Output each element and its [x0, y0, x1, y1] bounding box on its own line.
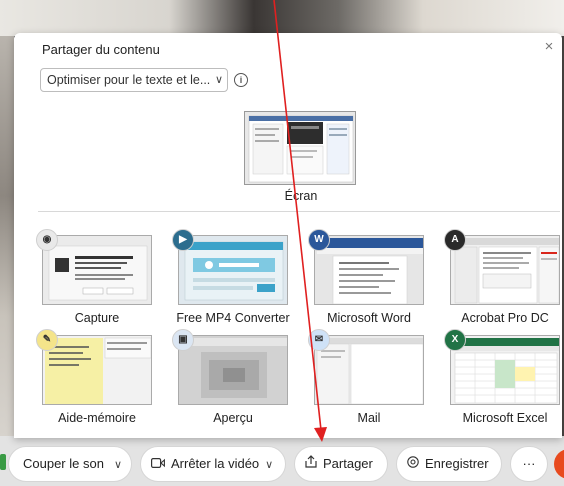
app-label: Aide-mémoire	[58, 411, 136, 425]
stickies-icon: ✎	[36, 329, 58, 351]
share-content-dialog: Partager du contenu × Optimiser pour le …	[14, 33, 562, 438]
stickies-preview-image	[43, 336, 151, 404]
excel-icon: X	[444, 329, 466, 351]
app-label: Free MP4 Converter	[176, 311, 290, 325]
optimize-dropdown[interactable]: Optimiser pour le texte et le... ∨	[40, 68, 228, 92]
stop-video-label: Arrêter la vidéo	[171, 456, 260, 471]
mail-icon: ✉	[308, 329, 330, 351]
app-label: Acrobat Pro DC	[461, 311, 549, 325]
info-icon[interactable]: i	[234, 73, 248, 87]
chevron-down-icon[interactable]: ∨	[265, 448, 273, 482]
mute-button[interactable]: Couper le son ∨	[8, 446, 132, 482]
background-top	[0, 0, 564, 36]
screen-thumbnail[interactable]	[244, 111, 356, 185]
divider	[38, 211, 560, 212]
excel-preview-image	[451, 336, 559, 404]
app-label: Microsoft Word	[327, 311, 411, 325]
video-camera-icon	[151, 447, 165, 481]
preview-icon: ▣	[172, 329, 194, 351]
video-converter-icon: ▶	[172, 229, 194, 251]
app-label: Microsoft Excel	[462, 411, 548, 425]
microphone-icon	[0, 454, 6, 470]
record-icon	[407, 447, 419, 481]
app-label: Capture	[74, 311, 120, 325]
app-thumbnail	[42, 335, 152, 405]
mute-label: Couper le son	[23, 456, 104, 471]
app-thumbnail	[314, 335, 424, 405]
camera-icon: ◉	[36, 229, 58, 251]
more-options-button[interactable]: ···	[510, 446, 548, 482]
app-thumbnail	[42, 235, 152, 305]
chevron-down-icon: ∨	[214, 74, 223, 86]
app-label: Aperçu	[213, 411, 253, 425]
capture-preview-image	[43, 236, 151, 304]
record-button[interactable]: Enregistrer	[396, 446, 502, 482]
word-icon: W	[308, 229, 330, 251]
app-thumbnail	[314, 235, 424, 305]
acrobat-preview-image	[451, 236, 559, 304]
dialog-title: Partager du contenu	[42, 42, 160, 57]
background-left	[0, 36, 14, 436]
screen-preview-image	[245, 112, 355, 184]
app-label: Mail	[357, 411, 381, 425]
close-icon[interactable]: ×	[540, 38, 558, 56]
share-label: Partager	[323, 456, 373, 471]
more-icon: ···	[522, 456, 536, 471]
app-thumbnail	[450, 235, 560, 305]
app-thumbnail	[450, 335, 560, 405]
mail-preview-image	[315, 336, 423, 404]
acrobat-icon: A	[444, 229, 466, 251]
converter-preview-image	[179, 236, 287, 304]
screen-label: Écran	[284, 189, 318, 203]
app-thumbnail	[178, 235, 288, 305]
share-button[interactable]: Partager	[294, 446, 388, 482]
word-preview-image	[315, 236, 423, 304]
app-thumbnail	[178, 335, 288, 405]
optimize-dropdown-value: Optimiser pour le texte et le...	[47, 73, 211, 87]
share-upload-icon	[305, 447, 317, 481]
stop-video-button[interactable]: Arrêter la vidéo ∨	[140, 446, 286, 482]
record-label: Enregistrer	[425, 456, 489, 471]
preview-preview-image	[179, 336, 287, 404]
chevron-down-icon[interactable]: ∨	[114, 448, 122, 482]
